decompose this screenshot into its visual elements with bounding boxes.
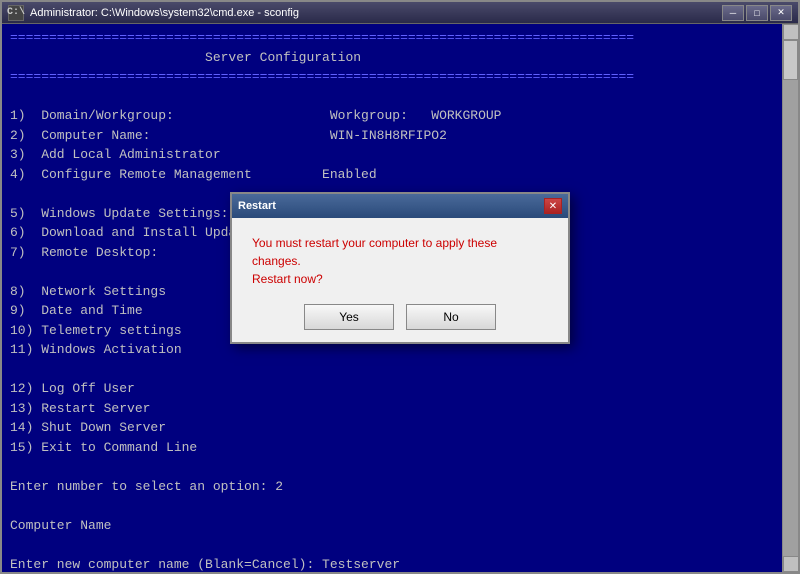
no-button[interactable]: No bbox=[406, 304, 496, 330]
minimize-button[interactable]: ─ bbox=[722, 5, 744, 21]
dialog-message-line1: You must restart your computer to apply … bbox=[252, 236, 497, 268]
window-icon: C:\ bbox=[8, 5, 24, 21]
dialog-buttons: Yes No bbox=[252, 304, 548, 330]
dialog-title: Restart bbox=[238, 200, 276, 212]
window-icon-label: C:\ bbox=[7, 7, 25, 18]
maximize-button[interactable]: □ bbox=[746, 5, 768, 21]
dialog-titlebar: Restart ✕ bbox=[232, 194, 568, 218]
window-controls: ─ □ ✕ bbox=[722, 5, 792, 21]
window-title: Administrator: C:\Windows\system32\cmd.e… bbox=[30, 7, 722, 19]
yes-button[interactable]: Yes bbox=[304, 304, 394, 330]
title-bar: C:\ Administrator: C:\Windows\system32\c… bbox=[2, 2, 798, 24]
terminal-area: ========================================… bbox=[2, 24, 798, 572]
dialog-message: You must restart your computer to apply … bbox=[252, 234, 548, 288]
dialog-message-line2: Restart now? bbox=[252, 272, 323, 286]
main-window: C:\ Administrator: C:\Windows\system32\c… bbox=[0, 0, 800, 574]
dialog-overlay: Restart ✕ You must restart your computer… bbox=[2, 24, 798, 572]
dialog-content: You must restart your computer to apply … bbox=[232, 218, 568, 342]
restart-dialog: Restart ✕ You must restart your computer… bbox=[230, 192, 570, 344]
close-button[interactable]: ✕ bbox=[770, 5, 792, 21]
dialog-close-button[interactable]: ✕ bbox=[544, 198, 562, 214]
